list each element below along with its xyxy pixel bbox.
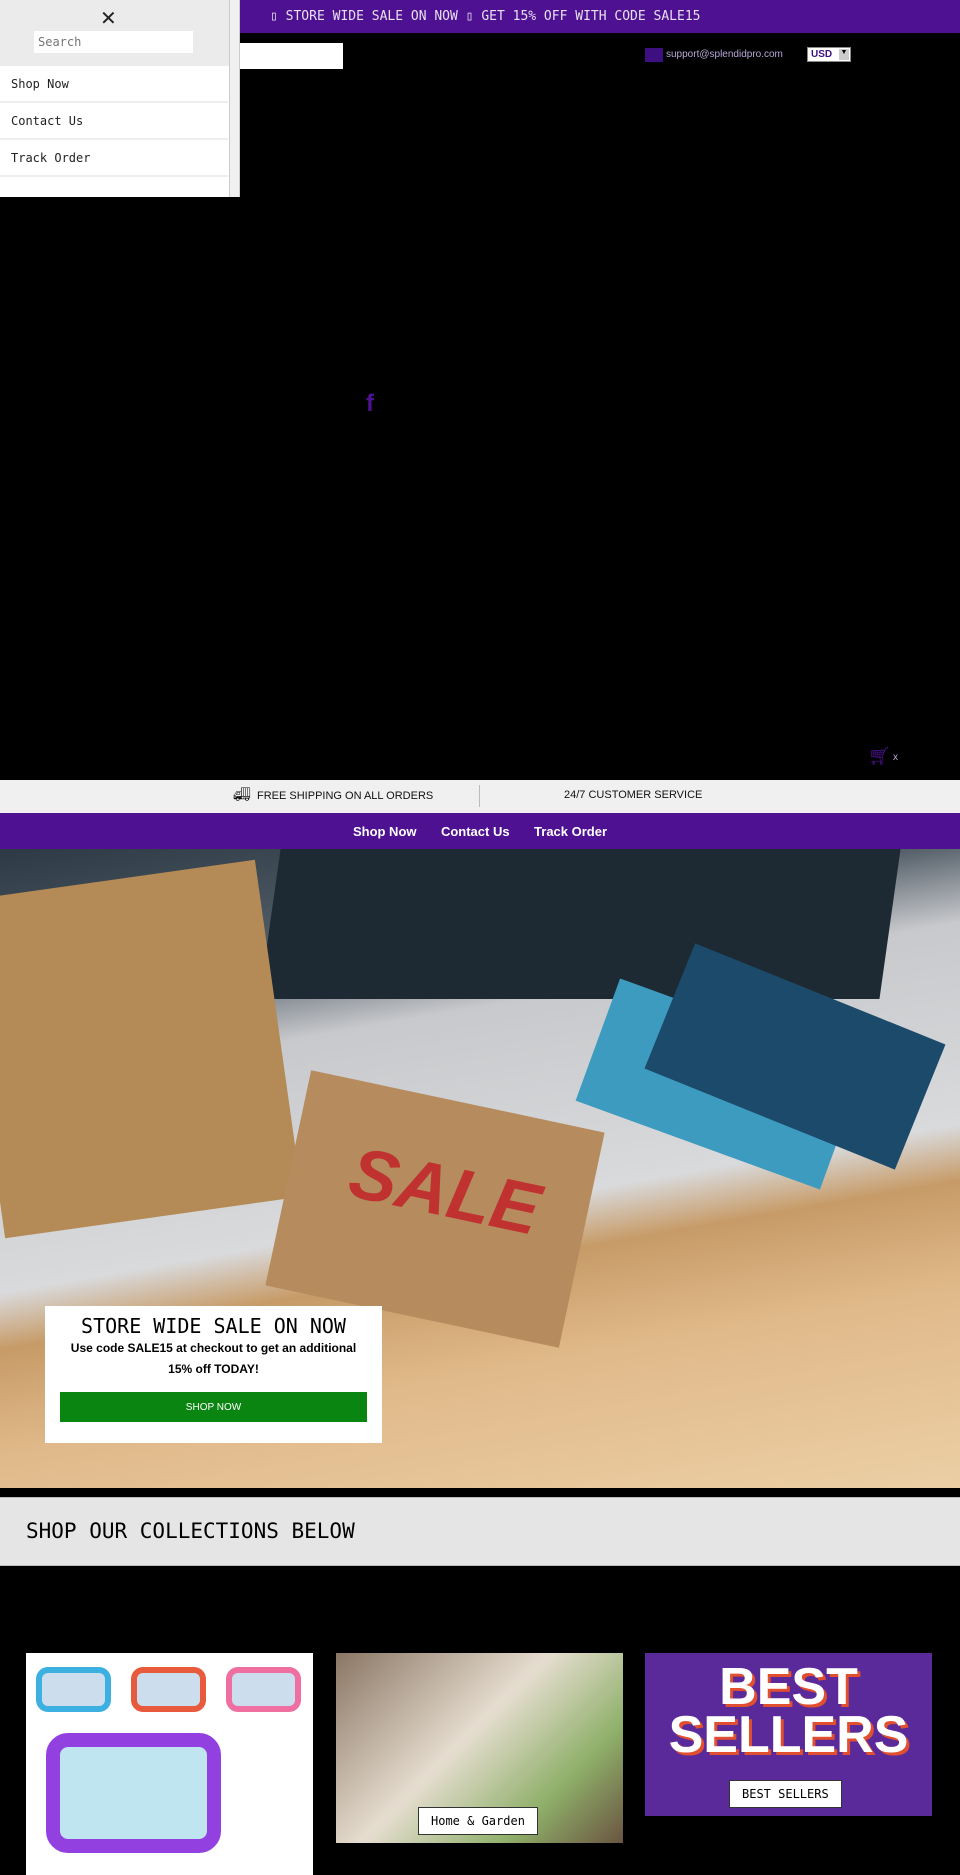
collection-card-tablets[interactable] [26,1653,313,1875]
best-sellers-graphic: BEST SELLERS [668,1658,909,1764]
tablet-image [226,1667,301,1712]
drawer-item-contact-us[interactable]: Contact Us [0,103,228,140]
facebook-icon[interactable]: f [366,390,374,418]
tablet-image [46,1733,221,1853]
header-search-field[interactable] [240,43,343,69]
nav-shop-now[interactable]: Shop Now [353,824,417,839]
drawer-item-track-order[interactable]: Track Order [0,140,228,177]
email-icon [645,48,663,62]
shipping-text: FREE SHIPPING ON ALL ORDERS [257,790,434,802]
promo-box: STORE WIDE SALE ON NOW Use code SALE15 a… [45,1306,382,1443]
truck-icon: 🚚︎ [233,786,251,802]
currency-value: USD [811,49,833,60]
collection-label: Home & Garden [418,1807,538,1835]
main-nav: Shop Now Contact Us Track Order [0,813,960,849]
nav-track-order[interactable]: Track Order [534,824,607,839]
promo-title: STORE WIDE SALE ON NOW [81,1314,346,1338]
drawer-scrollbar[interactable] [229,0,239,197]
currency-select[interactable]: USD ▼ [807,47,851,62]
search-input[interactable] [34,31,193,53]
collection-card-home-garden[interactable]: Home & Garden [336,1653,623,1843]
tablet-image [36,1667,111,1712]
cart-count: x [893,752,898,763]
info-bar: 🚚︎ FREE SHIPPING ON ALL ORDERS 24/7 CUST… [0,780,960,813]
close-icon[interactable]: ✕ [100,6,117,31]
promo-subtitle: Use code SALE15 at checkout to get an ad… [70,1341,357,1376]
gift-box [0,859,303,1239]
nav-contact-us[interactable]: Contact Us [441,824,510,839]
drawer-item-shop-now[interactable]: Shop Now [0,66,228,103]
divider [479,785,480,807]
cart-icon[interactable]: 🛒︎ [868,746,891,767]
collections-heading: SHOP OUR COLLECTIONS BELOW [26,1519,355,1543]
shop-now-button[interactable]: SHOP NOW [60,1392,367,1422]
laptop-keyboard [259,849,901,999]
mobile-menu-drawer: ✕ Shop Now Contact Us Track Order [0,0,240,197]
collection-label: BEST SELLERS [729,1780,842,1808]
tablet-image [131,1667,206,1712]
collections-header: SHOP OUR COLLECTIONS BELOW [0,1497,960,1566]
collection-card-best-sellers[interactable]: BEST SELLERS BEST SELLERS [645,1653,932,1816]
support-email[interactable]: support@splendidpro.com [666,49,783,60]
service-text: 24/7 CUSTOMER SERVICE [564,789,703,801]
announcement-bar: ▯ STORE WIDE SALE ON NOW ▯ GET 15% OFF W… [240,0,960,33]
chevron-down-icon: ▼ [839,49,849,60]
